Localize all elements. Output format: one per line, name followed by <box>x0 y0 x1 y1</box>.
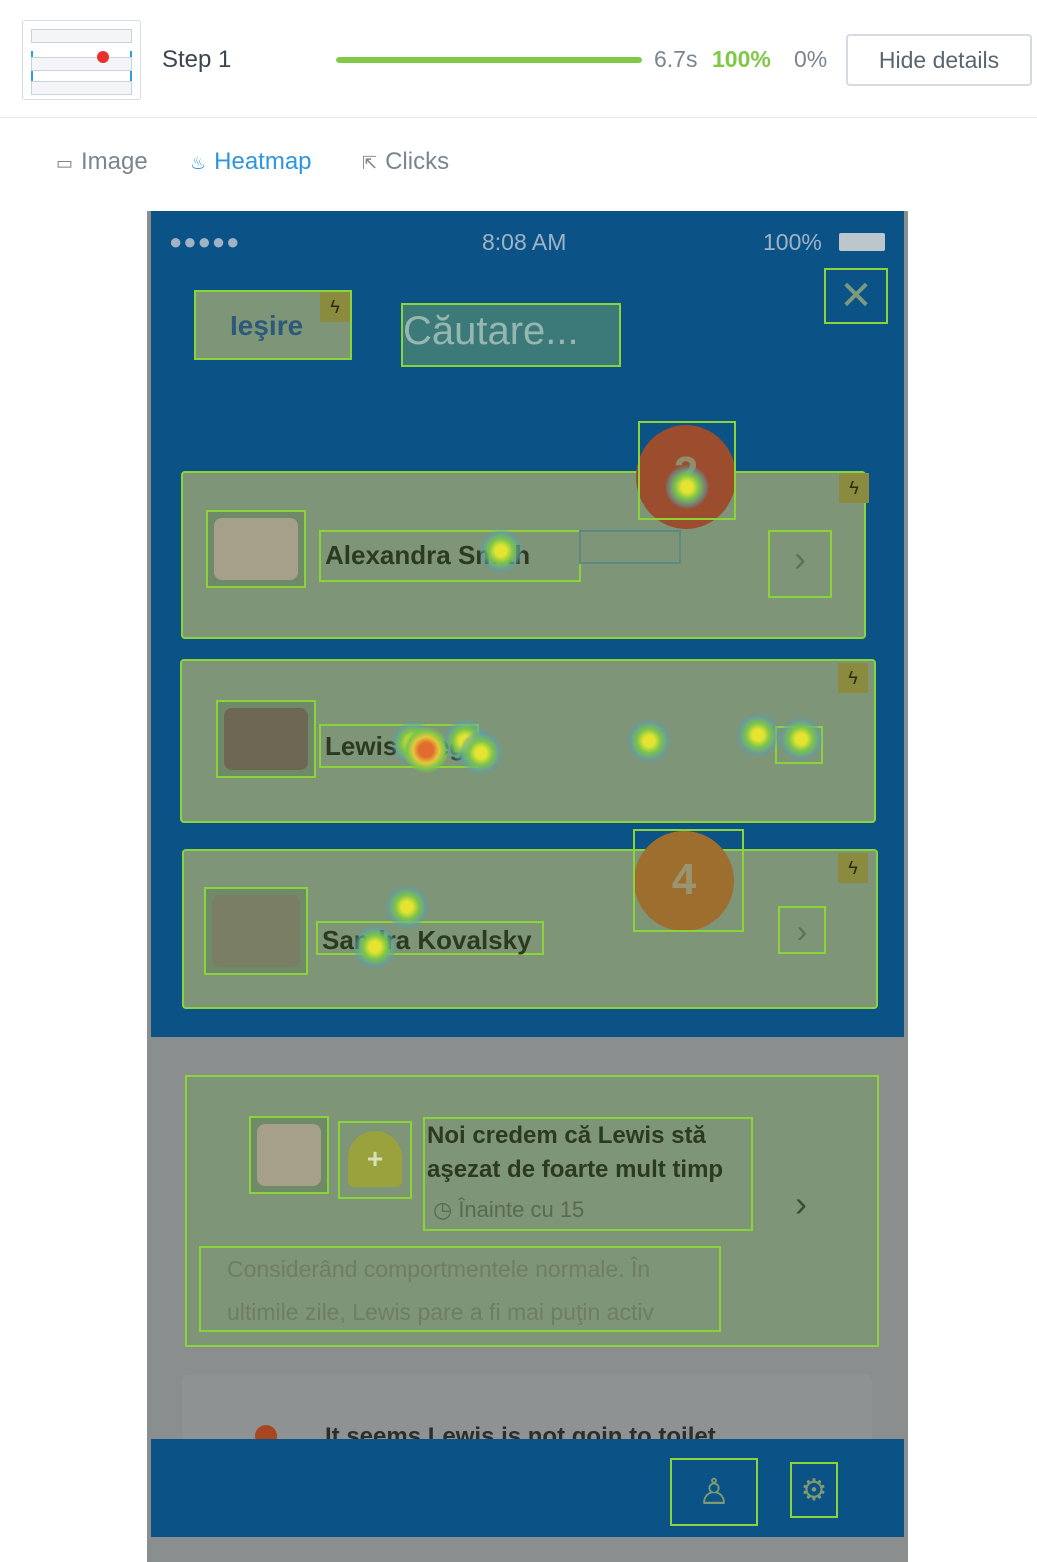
contact-name: Alexandra Smith <box>319 530 581 582</box>
heat-spot <box>779 717 823 761</box>
avatar <box>204 887 308 975</box>
lightning-icon: ϟ <box>838 853 868 883</box>
cursor-icon: ⇱ <box>362 153 378 173</box>
avatar <box>206 510 306 588</box>
heat-spot <box>479 529 523 573</box>
tab-image[interactable]: ▭ Image <box>56 148 148 176</box>
thumbnail-marker <box>97 51 109 63</box>
heatmap-screenshot: ●●●●● 8:08 AM 100% ✕ Ieşire ϟ Căutare...… <box>147 211 908 1562</box>
progress-bar <box>336 57 642 63</box>
status-time: 8:08 AM <box>482 229 567 255</box>
signal-icon: ●●●●● <box>169 229 241 254</box>
close-icon: ✕ <box>839 274 873 318</box>
settings-tab-button[interactable]: ⚙ <box>790 1462 838 1518</box>
chevron-right-icon[interactable]: › <box>768 530 832 598</box>
chevron-right-icon[interactable]: › <box>778 906 826 954</box>
heat-spot <box>736 713 780 757</box>
time-stat: 6.7s <box>654 46 698 72</box>
step-label: Step 1 <box>162 46 232 73</box>
progress-fill <box>336 57 642 63</box>
profile-tab-button[interactable]: ♙ <box>670 1458 758 1526</box>
chevron-right-icon[interactable]: › <box>775 1179 827 1231</box>
user-icon: ♙ <box>697 1471 731 1512</box>
heat-spot <box>459 731 503 775</box>
heat-spot <box>385 885 429 929</box>
heat-spot <box>627 719 671 763</box>
hide-details-button[interactable]: Hide details <box>846 34 1032 86</box>
clock-icon: ◷ <box>433 1197 459 1222</box>
heat-spot <box>353 925 397 969</box>
tab-clicks[interactable]: ⇱ Clicks <box>362 148 449 176</box>
flame-icon: ♨ <box>190 153 207 173</box>
step-thumbnail[interactable] <box>22 20 141 100</box>
contact-detail-box <box>579 530 681 564</box>
contact-name: Sandra Kovalsky <box>316 921 544 955</box>
click-area <box>633 829 744 932</box>
avatar <box>249 1116 329 1194</box>
lightning-icon: ϟ <box>838 663 868 693</box>
fail-percent: 0% <box>794 46 828 72</box>
heat-spot <box>665 465 709 509</box>
success-percent: 100% <box>712 46 771 72</box>
notification-body: Considerând comportmentele normale. În u… <box>199 1246 721 1332</box>
close-button[interactable]: ✕ <box>824 268 888 324</box>
lightning-icon: ϟ <box>839 473 869 503</box>
bell-icon: + <box>338 1121 412 1199</box>
search-input[interactable]: Căutare... <box>401 303 621 367</box>
lightning-icon: ϟ <box>320 292 350 322</box>
tab-heatmap[interactable]: ♨ Heatmap <box>190 148 312 176</box>
battery-percent: 100% <box>763 229 822 255</box>
view-tabs: ▭ Image ♨ Heatmap ⇱ Clicks <box>0 148 1037 184</box>
heat-spot <box>403 727 449 773</box>
gear-icon: ⚙ <box>800 1474 828 1507</box>
notification-time: ◷ Înainte cu 15 <box>433 1197 585 1222</box>
exit-button[interactable]: Ieşire ϟ <box>194 290 352 360</box>
step-header: Step 1 6.7s 100% 0% Hide details <box>0 0 1037 118</box>
image-icon: ▭ <box>56 153 74 173</box>
avatar <box>216 700 316 778</box>
status-bar: ●●●●● 8:08 AM 100% <box>147 211 908 271</box>
battery-icon <box>839 233 885 251</box>
